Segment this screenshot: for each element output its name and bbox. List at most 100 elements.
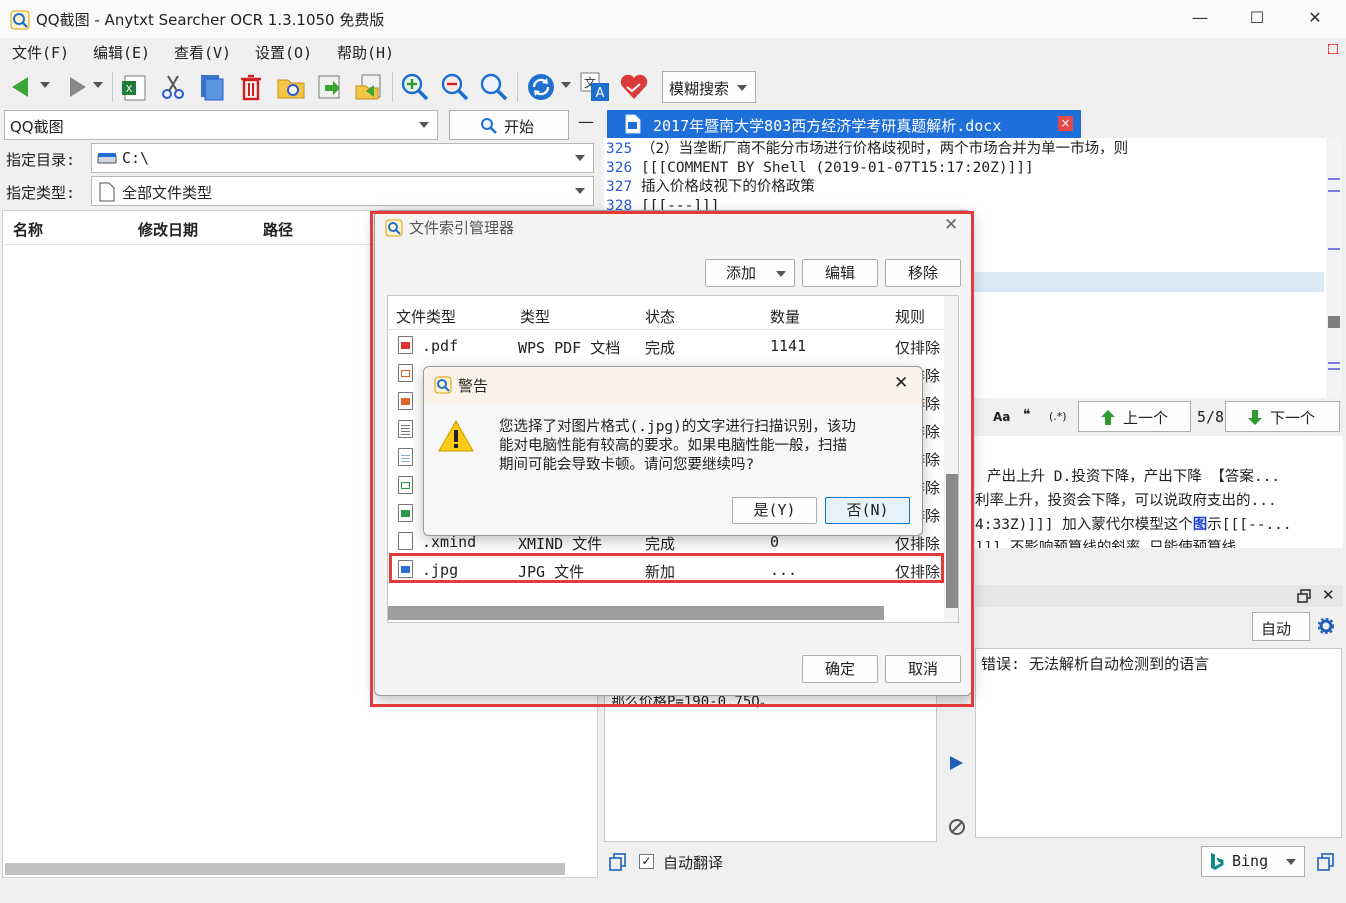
yes-button[interactable]: 是(Y): [732, 497, 817, 524]
back-dropdown-icon[interactable]: [40, 82, 50, 90]
pdf-file-icon: [398, 336, 413, 354]
type-select[interactable]: 全部文件类型: [91, 176, 594, 206]
doc-scrollbar[interactable]: [1326, 138, 1342, 398]
col-rule[interactable]: 规则: [895, 306, 925, 327]
whole-word-toggle[interactable]: ❝: [1023, 407, 1031, 423]
match-count: 5/8: [1197, 408, 1225, 426]
translation-output[interactable]: 错误: 无法解析自动检测到的语言: [975, 648, 1342, 838]
start-search-button[interactable]: 开始: [449, 110, 569, 140]
translation-source[interactable]: 那么价格P=190-0.75Q。: [604, 680, 937, 842]
magnifier-icon: [481, 118, 497, 134]
open-folder-icon[interactable]: [276, 72, 306, 102]
col-status[interactable]: 状态: [645, 306, 675, 327]
edit-button[interactable]: 编辑: [802, 259, 878, 287]
dir-value: C:\: [122, 149, 150, 167]
table-row-jpg[interactable]: .jpg JPG 文件 新加 ... 仅排除: [388, 555, 944, 583]
col-type[interactable]: 类型: [520, 306, 550, 327]
copy-icon[interactable]: [196, 72, 226, 102]
col-modified[interactable]: 修改日期: [138, 219, 198, 240]
dir-select[interactable]: C:\: [91, 143, 594, 173]
col-path[interactable]: 路径: [263, 219, 293, 240]
menu-help[interactable]: 帮助(H): [337, 42, 394, 63]
doc-line-327: 327 插入价格歧视下的价格政策: [606, 179, 815, 195]
cancel-button[interactable]: 取消: [885, 655, 961, 683]
zoom-in-icon[interactable]: [400, 72, 430, 102]
sync-dropdown-icon[interactable]: [561, 82, 571, 90]
close-button[interactable]: ✕: [1303, 8, 1327, 30]
table-header: 文件类型 类型 状态 数量 规则: [388, 296, 944, 330]
arrow-down-icon: [1248, 410, 1262, 425]
excel-export-icon[interactable]: X: [119, 72, 149, 102]
back-icon[interactable]: [8, 72, 38, 102]
regex-toggle[interactable]: (.*): [1049, 410, 1067, 423]
table-hscrollbar[interactable]: [388, 606, 884, 620]
warning-close-button[interactable]: ✕: [894, 373, 908, 393]
snippet-item[interactable]: 利率上升，投资会下降，可以说政府支出的...: [975, 489, 1277, 510]
menu-file[interactable]: 文件(F): [12, 42, 69, 63]
snippet-list[interactable]: 产出上升 D.投资下降，产出下降 【答案... 利率上升，投资会下降，可以说政府…: [975, 436, 1343, 548]
dir-label: 指定目录:: [6, 151, 76, 169]
auto-translate-checkbox[interactable]: ✓: [639, 854, 654, 869]
copy-translation-icon[interactable]: [1317, 853, 1335, 871]
ppt-file-icon: [398, 392, 413, 410]
snippet-item[interactable]: ]]] 不影响预算线的斜率 只能使预算线: [975, 536, 1236, 548]
auto-translate-label: 自动翻译: [663, 854, 724, 872]
snippet-item[interactable]: 产出上升 D.投资下降，产出下降 【答案...: [987, 465, 1280, 486]
find-prev-button[interactable]: 上一个: [1078, 401, 1191, 432]
menu-edit[interactable]: 编辑(E): [93, 42, 150, 63]
search-mode-select[interactable]: 模糊搜索: [662, 71, 756, 103]
copy-source-icon[interactable]: [609, 853, 627, 871]
zoom-out-icon[interactable]: [440, 72, 470, 102]
col-count[interactable]: 数量: [770, 306, 800, 327]
doc-file-icon: [398, 448, 413, 466]
add-button[interactable]: 添加: [705, 259, 795, 287]
menu-settings[interactable]: 设置(O): [255, 42, 312, 63]
maximize-button[interactable]: ☐: [1245, 8, 1269, 30]
target-language-select[interactable]: 自动: [1252, 612, 1310, 641]
play-icon[interactable]: [948, 755, 964, 771]
translate-engine-select[interactable]: Bing: [1201, 846, 1305, 877]
clear-icon[interactable]: [948, 818, 966, 836]
ppt-file-icon: [398, 364, 413, 382]
donate-heart-icon[interactable]: [619, 72, 649, 102]
col-name[interactable]: 名称: [13, 219, 43, 240]
title-bar: QQ截图 - Anytxt Searcher OCR 1.3.1050 免费版 …: [0, 0, 1346, 38]
sync-icon[interactable]: [526, 72, 556, 102]
current-line-highlight: [974, 272, 1324, 292]
doc-tab[interactable]: 2017年暨南大学803西方经济学考研真题解析.docx ×: [607, 110, 1081, 138]
results-hscrollbar[interactable]: [5, 863, 565, 875]
snippet-item[interactable]: 4:33Z)]]] 加入蒙代尔模型这个图示[[[--...: [975, 513, 1292, 534]
doc-tab-close-button[interactable]: ×: [1058, 116, 1073, 131]
copy-to-icon[interactable]: [354, 72, 384, 102]
type-label: 指定类型:: [6, 184, 76, 202]
collapse-panel-button[interactable]: —: [578, 112, 594, 131]
close-panel-button[interactable]: ✕: [1322, 586, 1335, 604]
cut-icon[interactable]: [158, 72, 188, 102]
gear-icon[interactable]: [1318, 618, 1334, 634]
match-case-toggle[interactable]: Aa: [993, 410, 1010, 424]
forward-dropdown-icon[interactable]: [93, 82, 103, 90]
move-to-icon[interactable]: [315, 72, 345, 102]
translate-icon[interactable]: 文A: [580, 72, 610, 102]
jpg-file-icon: [398, 560, 413, 578]
table-row[interactable]: .pdf WPS PDF 文档 完成 1141 仅排除: [388, 331, 944, 359]
delete-icon[interactable]: [236, 72, 266, 102]
remove-button[interactable]: 移除: [885, 259, 961, 287]
forward-icon[interactable]: [60, 72, 90, 102]
index-manager-close-button[interactable]: ✕: [944, 215, 958, 235]
col-file-type[interactable]: 文件类型: [396, 306, 456, 327]
doc-tab-title: 2017年暨南大学803西方经济学考研真题解析.docx: [653, 117, 1002, 135]
find-next-button[interactable]: 下一个: [1225, 401, 1340, 432]
ok-button[interactable]: 确定: [802, 655, 878, 683]
no-button[interactable]: 否(N): [825, 497, 910, 524]
sheet-file-icon: [398, 476, 413, 494]
start-label: 开始: [504, 118, 535, 136]
menu-view[interactable]: 查看(V): [174, 42, 231, 63]
drive-icon: [97, 153, 117, 164]
minimize-button[interactable]: —: [1188, 8, 1212, 30]
restore-panel-icon[interactable]: [1297, 589, 1311, 603]
query-input[interactable]: QQ截图: [4, 110, 438, 140]
table-vscrollbar[interactable]: [944, 296, 958, 622]
translation-error: 错误: 无法解析自动检测到的语言: [981, 655, 1210, 673]
search-icon[interactable]: [479, 72, 509, 102]
